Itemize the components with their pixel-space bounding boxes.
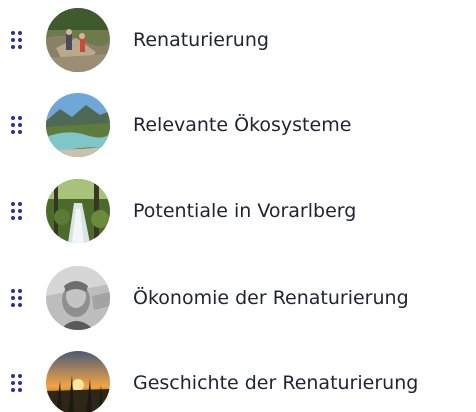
drag-handle-icon[interactable] (11, 289, 24, 307)
drag-handle-icon[interactable] (11, 116, 24, 134)
topic-item-geschichte-der-renaturierung[interactable]: Geschichte der Renaturierung (0, 351, 476, 412)
topic-item-potentiale-in-vorarlberg[interactable]: Potentiale in Vorarlberg (0, 179, 476, 243)
drag-handle-icon[interactable] (11, 31, 24, 49)
river-restoration-thumbnail (46, 8, 110, 72)
topic-label: Relevante Ökosysteme (133, 114, 352, 136)
topic-list: Renaturierung Relevante Ökosysteme Poten… (0, 0, 476, 412)
topic-item-oekonomie-der-renaturierung[interactable]: Ökonomie der Renaturierung (0, 266, 476, 330)
topic-label: Ökonomie der Renaturierung (133, 287, 409, 309)
banknote-portrait-thumbnail (46, 266, 110, 330)
drag-handle-icon[interactable] (11, 374, 24, 392)
sunset-meadow-thumbnail (46, 351, 110, 412)
topic-label: Renaturierung (133, 29, 269, 51)
mountain-river-thumbnail (46, 93, 110, 157)
topic-label: Geschichte der Renaturierung (133, 372, 419, 394)
topic-item-relevante-oekosysteme[interactable]: Relevante Ökosysteme (0, 93, 476, 157)
topic-label: Potentiale in Vorarlberg (133, 200, 357, 222)
forest-stream-thumbnail (46, 179, 110, 243)
topic-item-renaturierung[interactable]: Renaturierung (0, 8, 476, 72)
drag-handle-icon[interactable] (11, 202, 24, 220)
